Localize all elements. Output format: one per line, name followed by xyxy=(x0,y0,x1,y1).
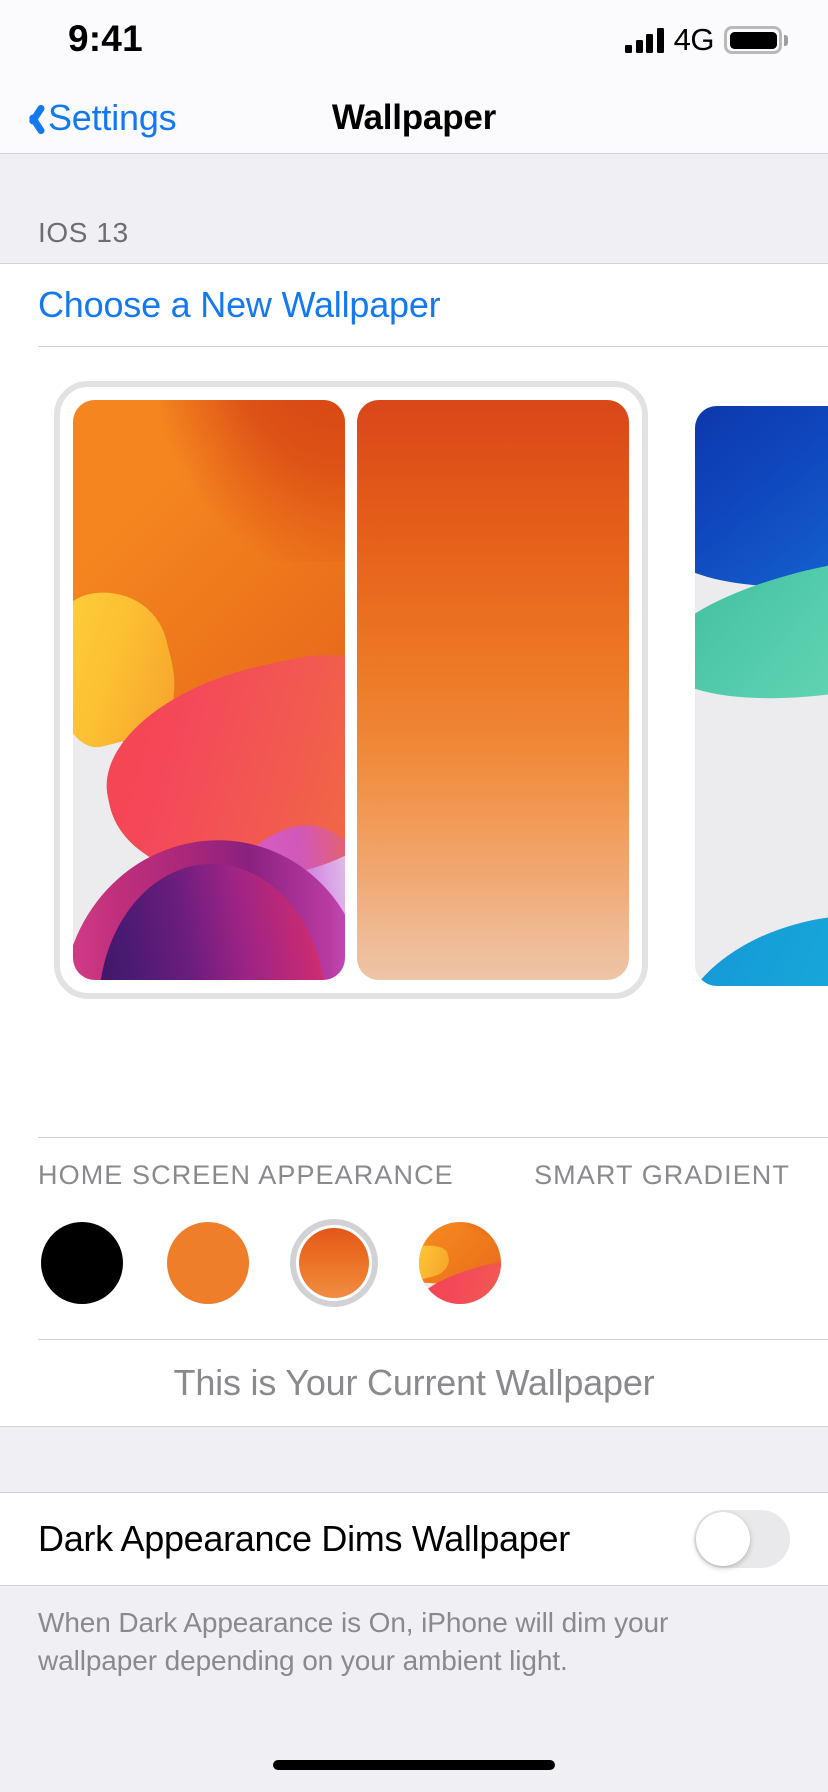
dark-appearance-label: Dark Appearance Dims Wallpaper xyxy=(38,1518,570,1560)
dark-appearance-toggle[interactable] xyxy=(694,1510,790,1568)
toggle-knob xyxy=(696,1512,750,1566)
current-wallpaper-row: This is Your Current Wallpaper xyxy=(0,1340,828,1426)
home-screen-thumbnail[interactable] xyxy=(357,400,629,980)
section-header-ios13: IOS 13 xyxy=(0,154,828,264)
navigation-bar: Settings Wallpaper xyxy=(0,82,828,154)
cellular-signal-icon xyxy=(625,27,664,53)
swatch-black[interactable] xyxy=(38,1219,126,1307)
carousel-track[interactable] xyxy=(0,381,828,1011)
network-type-label: 4G xyxy=(674,27,714,53)
home-indicator[interactable] xyxy=(273,1760,555,1770)
appearance-labels-row: HOME SCREEN APPEARANCE SMART GRADIENT xyxy=(0,1138,828,1191)
wallpaper-pair-selected[interactable] xyxy=(54,381,648,999)
dark-appearance-footer-text: When Dark Appearance is On, iPhone will … xyxy=(38,1604,790,1680)
status-bar: 9:41 4G xyxy=(0,0,828,82)
swatch-wallpaper-photo[interactable] xyxy=(416,1219,504,1307)
status-bar-right-cluster: 4G xyxy=(625,26,788,54)
section-header-label: IOS 13 xyxy=(38,217,129,249)
battery-icon xyxy=(724,26,788,54)
group-spacer xyxy=(0,1427,828,1493)
page-title: Wallpaper xyxy=(0,82,828,154)
swatch-solid-orange[interactable] xyxy=(164,1219,252,1307)
smart-gradient-label: SMART GRADIENT xyxy=(534,1160,790,1191)
lock-screen-thumbnail[interactable] xyxy=(695,406,828,986)
choose-new-wallpaper-row[interactable]: Choose a New Wallpaper xyxy=(0,264,828,346)
iphone-screen: 9:41 4G Settings Wallpaper IOS 13 Choose… xyxy=(0,0,828,1792)
lock-screen-thumbnail[interactable] xyxy=(73,400,345,980)
choose-new-wallpaper-label: Choose a New Wallpaper xyxy=(38,284,440,326)
current-wallpaper-label: This is Your Current Wallpaper xyxy=(174,1362,655,1404)
wallpaper-preview-carousel[interactable] xyxy=(0,347,828,1137)
home-indicator-area xyxy=(0,1738,828,1792)
appearance-swatch-row[interactable] xyxy=(0,1191,828,1339)
home-screen-appearance-label: HOME SCREEN APPEARANCE xyxy=(38,1160,454,1191)
status-bar-time: 9:41 xyxy=(68,18,143,60)
dark-appearance-dims-wallpaper-row[interactable]: Dark Appearance Dims Wallpaper xyxy=(0,1493,828,1585)
wallpaper-pair-blue[interactable] xyxy=(676,381,828,1011)
footer-fill xyxy=(0,1680,828,1738)
dark-appearance-footer: When Dark Appearance is On, iPhone will … xyxy=(0,1586,828,1680)
swatch-orange-gradient[interactable] xyxy=(290,1219,378,1307)
